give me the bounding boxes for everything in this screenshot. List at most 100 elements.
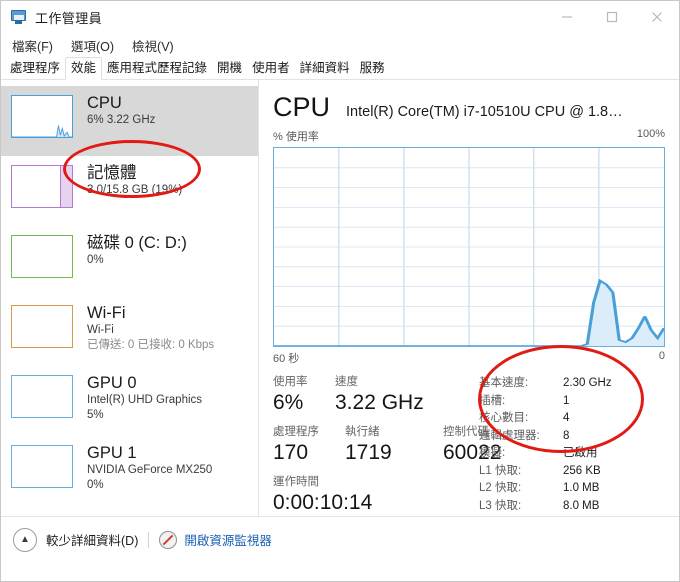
stat-label-uptime: 運作時間 xyxy=(273,476,319,488)
spec-sockets-key: 插槽: xyxy=(479,394,506,407)
spec-virtualization: 模擬: 已啟用 xyxy=(479,445,665,463)
sidebar-item-wifi-line3: 已傳送: 0 已接收: 0 Kbps xyxy=(87,339,215,351)
chevron-up-icon[interactable]: ▲ xyxy=(13,527,37,552)
graph-y-label: % 使用率 xyxy=(273,131,319,143)
minimize-button[interactable] xyxy=(544,1,589,33)
sidebar-item-wifi[interactable]: Wi-Fi Wi-Fi 已傳送: 0 已接收: 0 Kbps xyxy=(1,296,258,366)
spec-l2-cache-value: 1.0 MB xyxy=(563,482,600,494)
tab-users[interactable]: 使用者 xyxy=(247,58,295,79)
tab-startup[interactable]: 開機 xyxy=(212,58,247,79)
graph-axis-labels: % 使用率 100% xyxy=(273,128,665,144)
graph-time-end: 0 xyxy=(658,350,665,362)
resource-sidebar: CPU 6% 3.22 GHz 記憶體 3.0/15.8 GB (19%) 磁碟… xyxy=(1,80,259,516)
sidebar-item-gpu1[interactable]: GPU 1 NVIDIA GeForce MX250 0% xyxy=(1,436,258,506)
spec-cores: 核心數目: 4 xyxy=(479,410,665,428)
close-button[interactable] xyxy=(634,1,679,33)
tab-app-history[interactable]: 應用程式歷程記錄 xyxy=(102,58,212,79)
stat-value-utilization: 6% xyxy=(273,391,304,414)
spec-l1-cache: L1 快取: 256 KB xyxy=(479,463,665,481)
sidebar-item-disk0[interactable]: 磁碟 0 (C: D:) 0% xyxy=(1,226,258,296)
stat-value-threads: 1719 xyxy=(345,441,392,464)
stat-label-processes: 處理程序 xyxy=(273,426,319,438)
spec-l1-cache-key: L1 快取: xyxy=(479,464,522,477)
menu-file[interactable]: 檔案(F) xyxy=(10,34,55,57)
open-resource-monitor-link[interactable]: 開啟資源監視器 xyxy=(184,530,272,549)
spec-cores-value: 4 xyxy=(563,412,570,424)
spec-l2-cache: L2 快取: 1.0 MB xyxy=(479,480,665,498)
spec-logical-processors-key: 邏輯處理器: xyxy=(479,429,540,442)
stat-value-uptime: 0:00:10:14 xyxy=(273,491,373,514)
cpu-utilization-graph xyxy=(273,147,665,347)
memory-thumbnail xyxy=(11,165,73,208)
stat-label-threads: 執行緒 xyxy=(345,426,380,438)
graph-y-max: 100% xyxy=(636,128,665,140)
tab-processes[interactable]: 處理程序 xyxy=(5,58,65,79)
spec-l2-cache-key: L2 快取: xyxy=(479,482,522,494)
stat-value-processes: 170 xyxy=(273,441,309,464)
cpu-model-label: Intel(R) Core(TM) i7-10510U CPU @ 1.8… xyxy=(346,104,623,120)
sidebar-item-gpu0-line3: 5% xyxy=(87,409,104,421)
content-area: CPU 6% 3.22 GHz 記憶體 3.0/15.8 GB (19%) 磁碟… xyxy=(1,80,679,516)
spec-logical-processors: 邏輯處理器: 8 xyxy=(479,428,665,446)
cpu-stats: 使用率 速度 6% 3.22 GHz 處理程序 執行緒 控制代碼 170 171… xyxy=(273,373,665,523)
cpu-header: CPU Intel(R) Core(TM) i7-10510U CPU @ 1.… xyxy=(273,92,665,122)
stat-value-speed: 3.22 GHz xyxy=(335,391,424,414)
sidebar-item-gpu0-title: GPU 0 xyxy=(87,374,137,392)
sidebar-item-gpu0[interactable]: GPU 0 Intel(R) UHD Graphics 5% xyxy=(1,366,258,436)
spec-base-speed-key: 基本速度: xyxy=(479,377,529,389)
spec-virtualization-value: 已啟用 xyxy=(563,447,598,459)
sidebar-item-memory[interactable]: 記憶體 3.0/15.8 GB (19%) xyxy=(1,156,258,226)
menu-bar: 檔案(F) 選項(O) 檢視(V) xyxy=(1,33,679,57)
stat-label-speed: 速度 xyxy=(335,376,358,388)
menu-view[interactable]: 檢視(V) xyxy=(130,34,176,57)
sidebar-item-disk0-title: 磁碟 0 (C: D:) xyxy=(87,234,187,252)
window-title: 工作管理員 xyxy=(35,10,103,26)
spec-virtualization-key: 模擬: xyxy=(479,447,506,459)
spec-sockets: 插槽: 1 xyxy=(479,393,665,411)
sidebar-item-gpu1-line3: 0% xyxy=(87,479,104,491)
sidebar-item-gpu0-line2: Intel(R) UHD Graphics xyxy=(87,394,203,406)
cpu-thumbnail xyxy=(11,95,73,138)
sidebar-item-disk0-line2: 0% xyxy=(87,254,104,266)
gpu0-thumbnail xyxy=(11,375,73,418)
sidebar-item-memory-title: 記憶體 xyxy=(87,164,137,182)
tab-strip: 處理程序 效能 應用程式歷程記錄 開機 使用者 詳細資料 服務 xyxy=(1,57,679,80)
sidebar-item-gpu1-title: GPU 1 xyxy=(87,444,137,462)
spec-base-speed-value: 2.30 GHz xyxy=(563,377,612,389)
graph-time-start: 60 秒 xyxy=(273,353,300,365)
cpu-stats-left: 使用率 速度 6% 3.22 GHz 處理程序 執行緒 控制代碼 170 171… xyxy=(273,373,501,523)
spec-sockets-value: 1 xyxy=(563,394,570,407)
resource-monitor-icon[interactable] xyxy=(159,530,178,549)
spec-cores-key: 核心數目: xyxy=(479,412,529,424)
fewer-details-button[interactable]: 較少詳細資料(D) xyxy=(46,530,138,549)
task-manager-window: 工作管理員 檔案(F) 選項(O) 檢視(V) 處理程序 效能 應用程式歷程記錄… xyxy=(0,0,680,582)
spec-l1-cache-value: 256 KB xyxy=(563,464,601,477)
stat-label-utilization: 使用率 xyxy=(273,376,308,388)
stat-row-3: 運作時間 0:00:10:14 xyxy=(273,473,471,516)
cpu-detail-panel: CPU Intel(R) Core(TM) i7-10510U CPU @ 1.… xyxy=(259,80,679,516)
tab-performance[interactable]: 效能 xyxy=(65,57,103,80)
tab-details[interactable]: 詳細資料 xyxy=(295,58,355,79)
spec-l3-cache-value: 8.0 MB xyxy=(563,499,600,512)
spec-logical-processors-value: 8 xyxy=(563,429,570,442)
spec-l3-cache-key: L3 快取: xyxy=(479,499,522,512)
task-manager-icon xyxy=(10,9,28,25)
cpu-graph-svg xyxy=(274,148,664,346)
sidebar-item-cpu[interactable]: CPU 6% 3.22 GHz xyxy=(1,86,258,156)
sidebar-item-cpu-title: CPU xyxy=(87,94,122,112)
graph-time-labels: 60 秒 0 xyxy=(273,350,665,366)
footer-separator xyxy=(148,531,150,548)
menu-options[interactable]: 選項(O) xyxy=(69,34,116,57)
sidebar-item-cpu-line2: 6% 3.22 GHz xyxy=(87,114,156,126)
disk0-thumbnail xyxy=(11,235,73,278)
spec-base-speed: 基本速度: 2.30 GHz xyxy=(479,375,665,393)
cpu-spec-list: 基本速度: 2.30 GHz 插槽: 1 核心數目: 4 邏輯處理器: 8 模擬… xyxy=(471,373,665,523)
sidebar-item-gpu1-line2: NVIDIA GeForce MX250 xyxy=(87,464,213,476)
stat-row-1: 使用率 速度 6% 3.22 GHz xyxy=(273,373,471,416)
sidebar-item-wifi-title: Wi-Fi xyxy=(87,304,126,322)
maximize-button[interactable] xyxy=(589,1,634,33)
title-bar: 工作管理員 xyxy=(1,1,679,33)
tab-services[interactable]: 服務 xyxy=(355,58,390,79)
spec-l3-cache: L3 快取: 8.0 MB xyxy=(479,498,665,516)
wifi-thumbnail xyxy=(11,305,73,348)
